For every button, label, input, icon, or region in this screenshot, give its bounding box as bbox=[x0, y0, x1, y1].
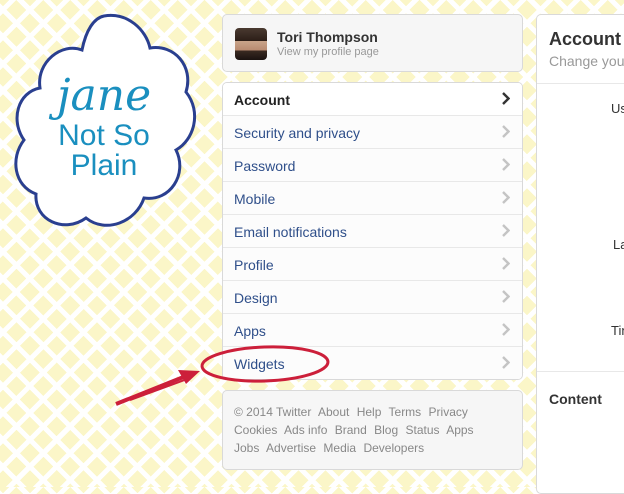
menu-item-label: Apps bbox=[234, 323, 266, 339]
username-label: Us bbox=[611, 101, 624, 116]
footer-link-jobs[interactable]: Jobs bbox=[234, 441, 259, 455]
chevron-right-icon bbox=[502, 290, 510, 303]
red-arrow-icon bbox=[115, 370, 200, 406]
panel-divider bbox=[537, 371, 624, 372]
footer-link-privacy[interactable]: Privacy bbox=[429, 405, 468, 419]
logo-text-plain: Plain bbox=[70, 149, 138, 182]
menu-item-label: Design bbox=[234, 290, 278, 306]
footer-link-about[interactable]: About bbox=[318, 405, 349, 419]
footer-link-help[interactable]: Help bbox=[357, 405, 382, 419]
menu-item-design[interactable]: Design bbox=[223, 281, 522, 314]
menu-item-label: Password bbox=[234, 158, 296, 174]
profile-card[interactable]: Tori Thompson View my profile page bbox=[222, 14, 523, 72]
chevron-right-icon bbox=[502, 125, 510, 138]
chevron-right-icon bbox=[502, 224, 510, 237]
chevron-right-icon bbox=[502, 356, 510, 369]
footer-line-1: © 2014 Twitter About Help Terms Privacy bbox=[234, 405, 472, 419]
menu-item-label: Mobile bbox=[234, 191, 276, 207]
footer-link-ads-info[interactable]: Ads info bbox=[284, 423, 327, 437]
chevron-right-icon bbox=[502, 191, 510, 204]
footer-link-terms[interactable]: Terms bbox=[389, 405, 422, 419]
menu-item-security-and-privacy[interactable]: Security and privacy bbox=[223, 116, 522, 149]
menu-item-profile[interactable]: Profile bbox=[223, 248, 522, 281]
language-label: La bbox=[613, 237, 624, 252]
footer-link-advertise[interactable]: Advertise bbox=[266, 441, 316, 455]
footer-link-blog[interactable]: Blog bbox=[374, 423, 398, 437]
menu-item-account[interactable]: Account bbox=[223, 83, 522, 116]
avatar[interactable] bbox=[235, 28, 267, 60]
menu-item-password[interactable]: Password bbox=[223, 149, 522, 182]
menu-item-label: Email notifications bbox=[234, 224, 347, 240]
view-profile-link[interactable]: View my profile page bbox=[277, 46, 379, 58]
content-section-heading: Content bbox=[549, 391, 602, 407]
time-zone-label: Tin bbox=[611, 323, 624, 338]
menu-item-mobile[interactable]: Mobile bbox=[223, 182, 522, 215]
account-panel-title: Account bbox=[549, 29, 621, 49]
chevron-right-icon bbox=[502, 323, 510, 336]
footer-link-cookies[interactable]: Cookies bbox=[234, 423, 277, 437]
menu-item-widgets[interactable]: Widgets bbox=[223, 347, 522, 379]
footer-copyright: © 2014 Twitter bbox=[234, 405, 312, 419]
footer-line-2: Cookies Ads info Brand Blog Status Apps bbox=[234, 423, 478, 437]
chevron-right-icon bbox=[502, 92, 510, 105]
menu-item-email-notifications[interactable]: Email notifications bbox=[223, 215, 522, 248]
logo-text-jane: jane bbox=[56, 70, 152, 121]
footer-link-media[interactable]: Media bbox=[323, 441, 356, 455]
account-panel-subtitle: Change you bbox=[549, 53, 624, 69]
panel-divider bbox=[537, 83, 624, 84]
footer-line-3: Jobs Advertise Media Developers bbox=[234, 441, 428, 455]
footer-links: © 2014 Twitter About Help Terms Privacy … bbox=[222, 390, 523, 470]
menu-item-label: Widgets bbox=[234, 356, 285, 372]
profile-name[interactable]: Tori Thompson bbox=[277, 29, 378, 45]
blog-logo: jane Not So Plain bbox=[10, 8, 198, 240]
chevron-right-icon bbox=[502, 158, 510, 171]
menu-item-apps[interactable]: Apps bbox=[223, 314, 522, 347]
footer-link-brand[interactable]: Brand bbox=[335, 423, 367, 437]
menu-item-label: Account bbox=[234, 92, 290, 108]
menu-item-label: Profile bbox=[234, 257, 274, 273]
menu-item-label: Security and privacy bbox=[234, 125, 361, 141]
settings-menu: Account Security and privacy Password Mo… bbox=[222, 82, 523, 380]
logo-text-not-so: Not So bbox=[58, 119, 150, 152]
footer-link-developers[interactable]: Developers bbox=[363, 441, 424, 455]
footer-link-status[interactable]: Status bbox=[405, 423, 439, 437]
account-settings-panel: Account Change you Us La Tin Content bbox=[536, 14, 624, 494]
chevron-right-icon bbox=[502, 257, 510, 270]
footer-link-apps[interactable]: Apps bbox=[446, 423, 473, 437]
